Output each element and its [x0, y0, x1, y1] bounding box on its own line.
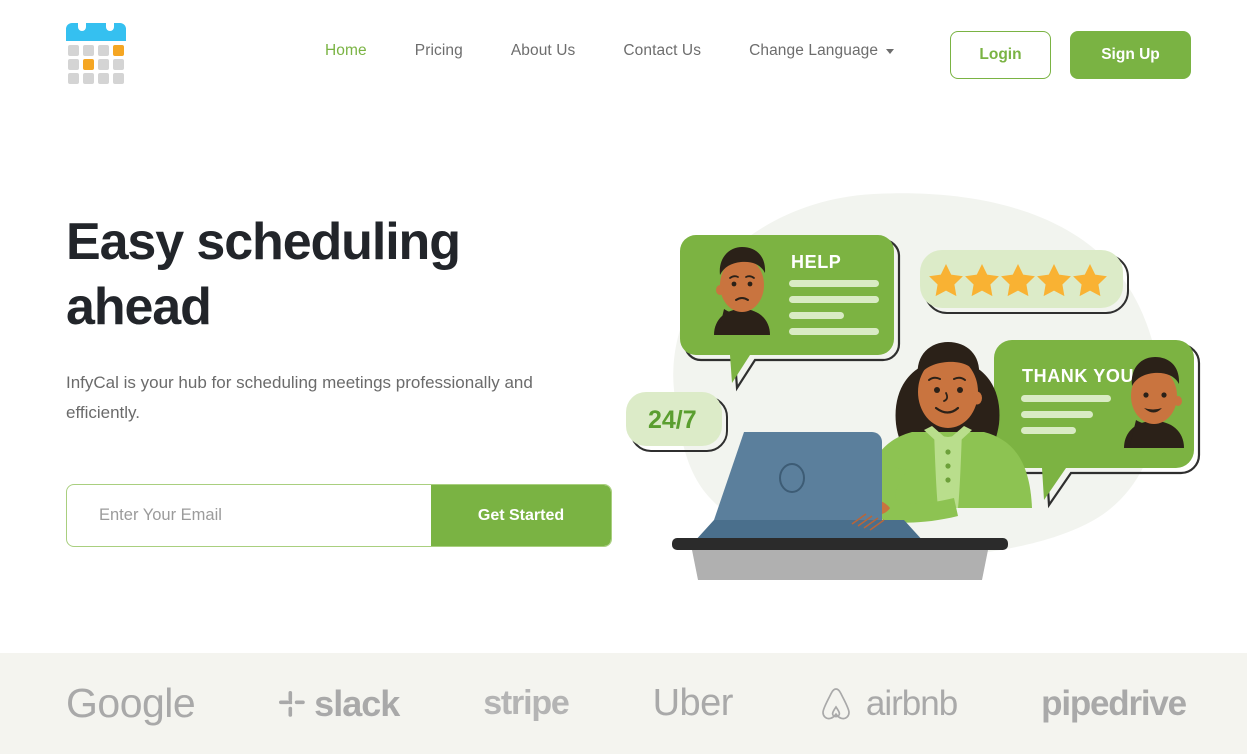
nav-link-contact-us[interactable]: Contact Us	[623, 42, 701, 59]
calendar-logo-icon[interactable]	[66, 19, 126, 85]
landing-page: Home Pricing About Us Contact Us Change …	[0, 0, 1247, 754]
availability-badge-label: 24/7	[648, 406, 697, 434]
nav-link-pricing[interactable]: Pricing	[415, 42, 463, 59]
main-navigation: Home Pricing About Us Contact Us Change …	[325, 42, 918, 60]
help-bubble-label: HELP	[791, 252, 841, 272]
brand-logo-strip: Google slack stripe Uber airbnb pipedriv…	[0, 653, 1247, 754]
brand-logo-slack: slack	[279, 683, 400, 725]
nav-item-contact-us[interactable]: Contact Us	[599, 42, 725, 60]
help-avatar	[714, 247, 770, 335]
change-language-label: Change Language	[749, 42, 879, 59]
airbnb-icon	[822, 687, 850, 719]
hero-copy: Easy scheduling ahead InfyCal is your hu…	[66, 210, 626, 547]
brand-logo-airbnb: airbnb	[817, 684, 958, 724]
nav-item-about-us[interactable]: About Us	[487, 42, 600, 60]
signup-button[interactable]: Sign Up	[1070, 31, 1191, 79]
brand-logo-uber: Uber	[652, 682, 734, 724]
hero-section: Easy scheduling ahead InfyCal is your hu…	[0, 106, 1247, 653]
desk-front	[692, 550, 988, 580]
chevron-down-icon	[886, 48, 895, 54]
brand-logo-pipedrive: pipedrive	[1041, 683, 1187, 723]
slack-icon	[279, 690, 305, 717]
brand-logo-google: Google	[66, 680, 196, 726]
login-button[interactable]: Login	[950, 31, 1051, 79]
nav-link-about-us[interactable]: About Us	[511, 42, 576, 59]
availability-badge: 24/7	[626, 392, 728, 452]
email-input[interactable]	[67, 485, 431, 546]
brand-logo-stripe: stripe	[483, 684, 570, 722]
change-language-dropdown[interactable]: Change Language	[725, 42, 918, 60]
thankyou-bubble-label: THANK YOU	[1022, 366, 1134, 386]
hero-illustration: HELP THANK YOU 24/7	[626, 193, 1201, 580]
desk-top	[672, 538, 1008, 550]
site-header: Home Pricing About Us Contact Us Change …	[0, 0, 1247, 106]
hero-headline: Easy scheduling ahead	[66, 213, 461, 336]
hero-subhead: InfyCal is your hub for scheduling meeti…	[66, 373, 533, 422]
get-started-button[interactable]: Get Started	[431, 485, 611, 546]
nav-item-pricing[interactable]: Pricing	[391, 42, 487, 60]
nav-item-home[interactable]: Home	[325, 42, 391, 60]
star-rating-badge	[920, 250, 1129, 314]
email-signup-form: Get Started	[66, 484, 612, 547]
nav-link-home[interactable]: Home	[325, 42, 367, 59]
